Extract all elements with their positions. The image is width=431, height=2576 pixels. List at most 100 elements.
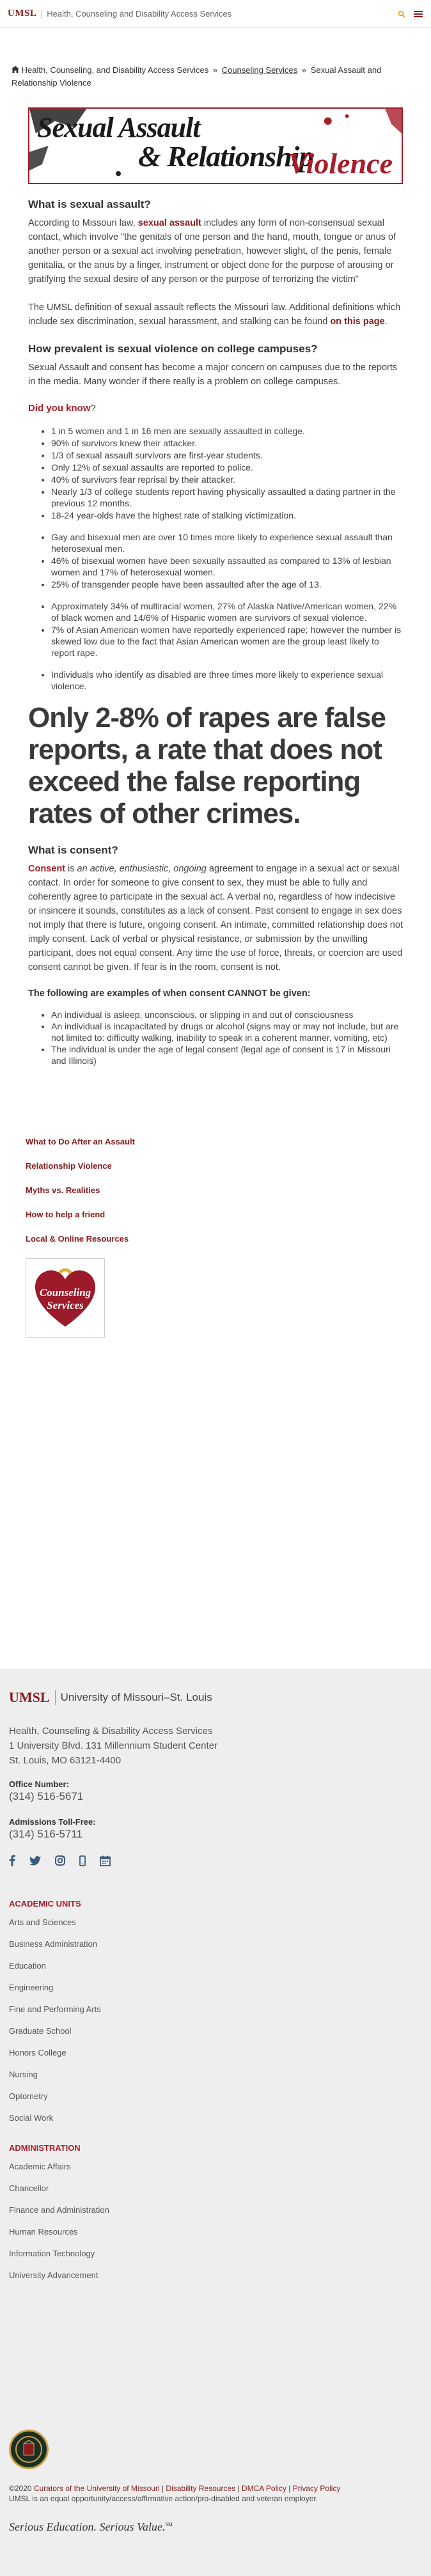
- footer-link-academic-affairs[interactable]: Academic Affairs: [9, 2162, 422, 2171]
- link-on-this-page[interactable]: on this page: [330, 316, 384, 327]
- footer-link-honors-college[interactable]: Honors College: [9, 2048, 422, 2057]
- breadcrumb-item-hcdas[interactable]: Health, Counseling, and Disability Acces…: [22, 65, 209, 75]
- fact-item: Approximately 34% of multiracial women, …: [51, 600, 403, 623]
- footer-address: Health, Counseling & Disability Access S…: [9, 1726, 217, 1766]
- footer-bottom: ©2020 Curators of the University of Miss…: [0, 2430, 431, 2534]
- menu-icon[interactable]: [413, 9, 423, 19]
- svg-text:Services: Services: [47, 1299, 84, 1311]
- heading-consent-cannot: The following are examples of when conse…: [28, 988, 311, 999]
- link-sexual-assault[interactable]: sexual assault: [138, 218, 201, 228]
- consent-cannot-item: An individual is incapacitated by drugs …: [51, 1020, 403, 1043]
- paragraph-umsl-definition: The UMSL definition of sexual assault re…: [28, 302, 401, 327]
- footer-link-nursing[interactable]: Nursing: [9, 2070, 422, 2079]
- footer-brand[interactable]: UMSL University of Missouri–St. Louis: [9, 1689, 422, 1706]
- banner-title-line3: Violence: [288, 147, 393, 180]
- dmca-policy-link[interactable]: DMCA Policy: [242, 2484, 286, 2493]
- footer-link-arts-and-sciences[interactable]: Arts and Sciences: [9, 1917, 422, 1927]
- site-title[interactable]: Health, Counseling and Disability Access…: [47, 9, 231, 19]
- privacy-policy-link[interactable]: Privacy Policy: [293, 2484, 341, 2493]
- curators-link[interactable]: Curators of the University of Missouri: [34, 2484, 160, 2493]
- calendar-icon[interactable]: [100, 1855, 111, 1870]
- paragraph-consent: Consent is an active, enthusiastic, ongo…: [28, 864, 403, 972]
- office-phone-link[interactable]: (314) 516-5671: [9, 1790, 422, 1803]
- header-divider: |: [40, 8, 43, 19]
- fact-item: 90% of survivors knew their attacker.: [51, 437, 403, 449]
- consent-cannot-item: An individual is asleep, unconscious, or…: [51, 1009, 403, 1020]
- footer-link-university-advancement[interactable]: University Advancement: [9, 2270, 422, 2280]
- counseling-services-logo[interactable]: Counseling Services: [26, 1258, 105, 1338]
- fact-item: 7% of Asian American women have reported…: [51, 624, 403, 659]
- section-nav: What to Do After an Assault Relationship…: [0, 1066, 431, 1338]
- footer-tagline: Serious Education. Serious Value.SM: [9, 2520, 173, 2533]
- consent-cannot-item: The individual is under the age of legal…: [51, 1043, 403, 1066]
- admissions-phone-link[interactable]: (314) 516-5711: [9, 1828, 422, 1841]
- footer-link-information-technology[interactable]: Information Technology: [9, 2249, 422, 2258]
- footer-link-optometry[interactable]: Optometry: [9, 2091, 422, 2101]
- footer-link-graduate-school[interactable]: Graduate School: [9, 2026, 422, 2036]
- academic-units-heading: ACADEMIC UNITS: [9, 1899, 81, 1909]
- did-you-know-heading: Did you know?: [28, 403, 96, 414]
- facts-list-lgbtq: Gay and bisexual men are over 10 times m…: [28, 531, 403, 590]
- equal-opportunity-statement: UMSL is an equal opportunity/access/affi…: [9, 2494, 318, 2503]
- footer-logo: UMSL: [9, 1689, 50, 1705]
- nav-local-online-resources[interactable]: Local & Online Resources: [26, 1234, 431, 1244]
- footer-link-chancellor[interactable]: Chancellor: [9, 2183, 422, 2193]
- svg-text:Counseling: Counseling: [40, 1286, 91, 1299]
- nav-myths-vs-realities[interactable]: Myths vs. Realities: [26, 1185, 431, 1195]
- instagram-icon[interactable]: [55, 1855, 65, 1869]
- footer-link-fine-and-performing-arts[interactable]: Fine and Performing Arts: [9, 2004, 422, 2014]
- footer-link-social-work[interactable]: Social Work: [9, 2113, 422, 2123]
- admissions-label: Admissions Toll-Free:: [9, 1817, 96, 1827]
- footer-link-engineering[interactable]: Engineering: [9, 1983, 422, 1992]
- false-reports-callout: Only 2-8% of rapes are false reports, a …: [28, 702, 386, 829]
- consent-cannot-list: An individual is asleep, unconscious, or…: [28, 1009, 403, 1066]
- social-links: [9, 1855, 422, 1870]
- footer-divider: [54, 1690, 56, 1705]
- heading-what-is-sexual-assault: What is sexual assault?: [28, 198, 151, 210]
- breadcrumb-separator: »: [301, 65, 307, 75]
- footer-link-finance-and-administration[interactable]: Finance and Administration: [9, 2205, 422, 2215]
- nav-what-to-do-after[interactable]: What to Do After an Assault: [26, 1137, 431, 1146]
- site-footer: UMSL University of Missouri–St. Louis He…: [0, 1669, 431, 2576]
- footer-university-name: University of Missouri–St. Louis: [60, 1691, 212, 1703]
- fact-item: 46% of bisexual women have been sexually…: [51, 555, 403, 578]
- consent-term: Consent: [28, 864, 65, 874]
- mobile-app-icon[interactable]: [79, 1855, 86, 1870]
- office-number-label: Office Number:: [9, 1779, 69, 1789]
- facebook-icon[interactable]: [9, 1855, 15, 1870]
- site-header: UMSL | Health, Counseling and Disability…: [0, 0, 431, 28]
- header-icons: [396, 9, 423, 19]
- page-banner: Sexual Assault & Relationship Violence: [28, 107, 403, 184]
- facts-list-race: Approximately 34% of multiracial women, …: [28, 600, 403, 659]
- heading-prevalence: How prevalent is sexual violence on coll…: [28, 343, 318, 355]
- fact-item: Individuals who identify as disabled are…: [51, 669, 403, 692]
- fact-item: 1 in 5 women and 1 in 16 men are sexuall…: [51, 425, 403, 437]
- breadcrumb-separator: »: [212, 65, 218, 75]
- disability-resources-link[interactable]: Disability Resources: [166, 2484, 235, 2493]
- paragraph-prevalence: Sexual Assault and consent has become a …: [28, 363, 398, 387]
- fact-item: Only 12% of sexual assaults are reported…: [51, 462, 403, 473]
- breadcrumb: Health, Counseling, and Disability Acces…: [0, 28, 431, 90]
- banner-title-line2: & Relationship: [138, 140, 314, 173]
- administration-list: Academic Affairs Chancellor Finance and Ad…: [9, 2162, 422, 2280]
- breadcrumb-item-counseling[interactable]: Counseling Services: [222, 65, 298, 75]
- footer-link-business-administration[interactable]: Business Administration: [9, 1939, 422, 1949]
- fact-item: 25% of transgender people have been assa…: [51, 579, 403, 590]
- main-content: Sexual Assault & Relationship Violence W…: [0, 90, 431, 1066]
- nav-relationship-violence[interactable]: Relationship Violence: [26, 1161, 431, 1171]
- footer-link-human-resources[interactable]: Human Resources: [9, 2227, 422, 2236]
- home-icon[interactable]: [12, 65, 19, 75]
- footer-legal: ©2020 Curators of the University of Miss…: [9, 2483, 422, 2504]
- administration-heading: ADMINISTRATION: [9, 2143, 81, 2153]
- search-icon[interactable]: [396, 9, 407, 19]
- twitter-icon[interactable]: [29, 1855, 41, 1869]
- umsl-logo[interactable]: UMSL: [8, 8, 36, 19]
- university-seal-icon: [9, 2430, 49, 2469]
- fact-item: Nearly 1/3 of college students report ha…: [51, 486, 403, 509]
- facts-list-disability: Individuals who identify as disabled are…: [28, 669, 403, 692]
- footer-link-education[interactable]: Education: [9, 1961, 422, 1971]
- academic-units-list: Arts and Sciences Business Administration…: [9, 1917, 422, 2123]
- fact-item: 40% of survivors fear reprisal by their …: [51, 474, 403, 485]
- nav-help-a-friend[interactable]: How to help a friend: [26, 1210, 431, 1219]
- heading-what-is-consent: What is consent?: [28, 844, 118, 856]
